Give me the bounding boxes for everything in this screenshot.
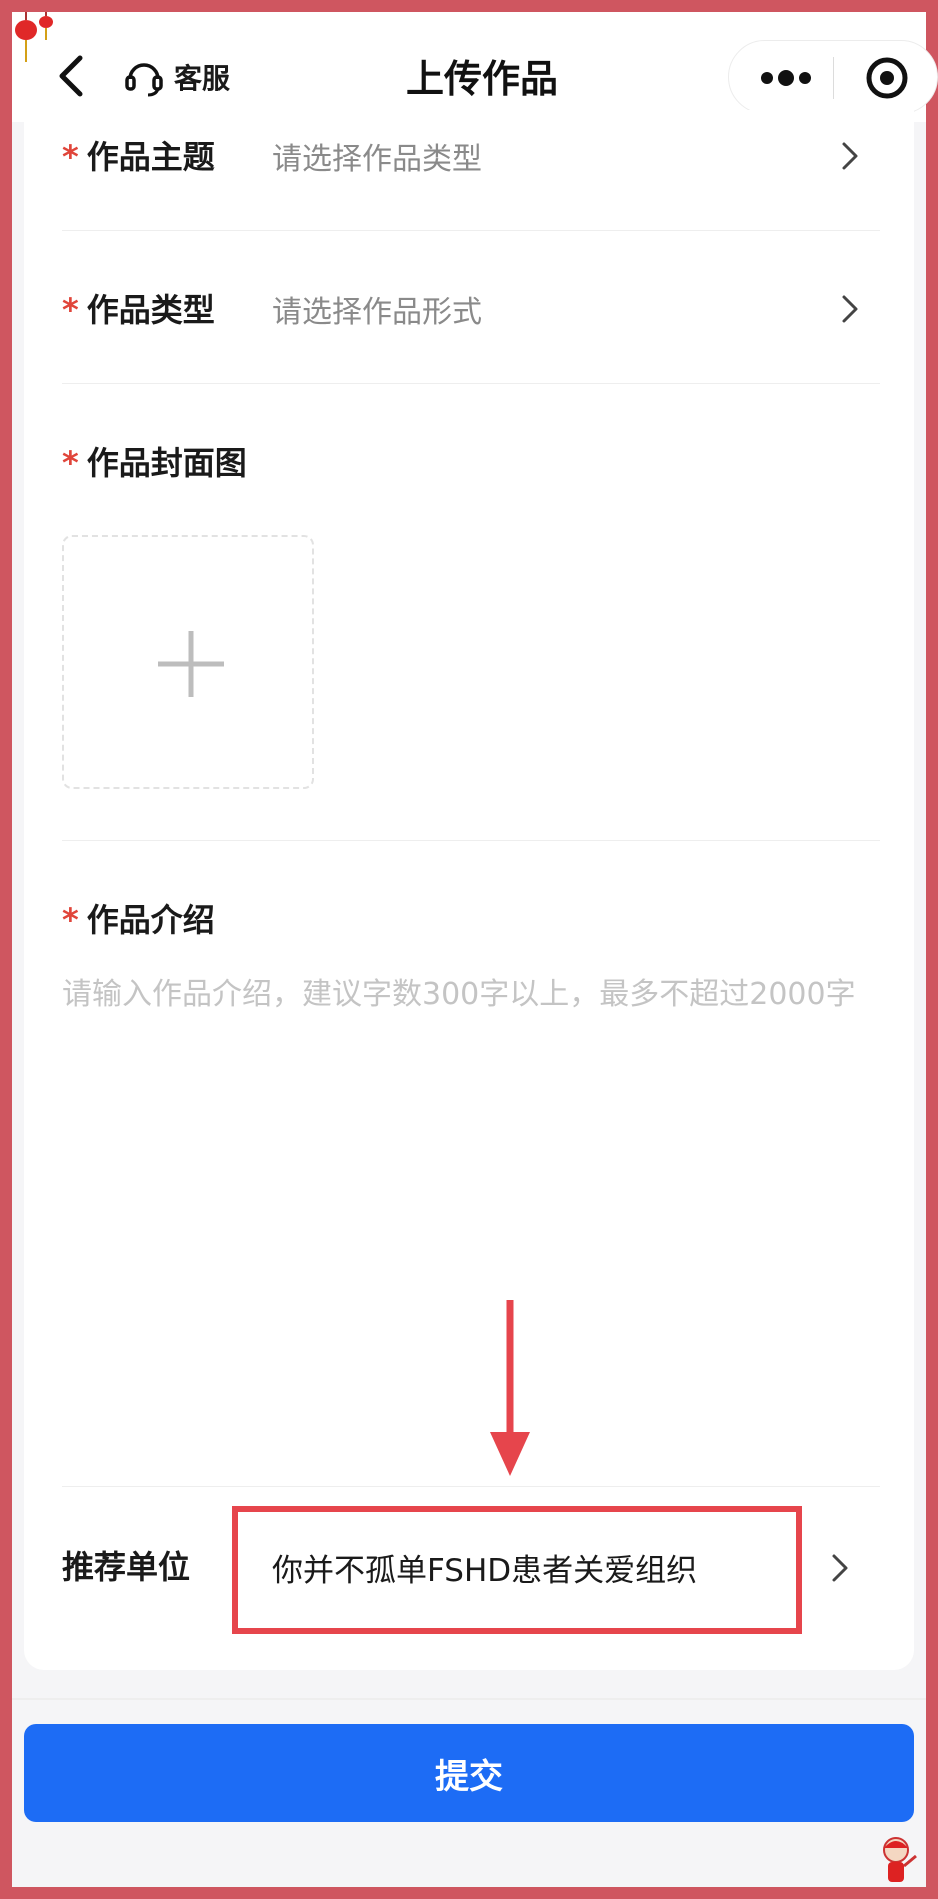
required-mark: * bbox=[62, 138, 79, 176]
cover-field: * 作品封面图 bbox=[62, 438, 882, 498]
cover-upload-button[interactable] bbox=[62, 535, 314, 789]
chevron-right-icon bbox=[842, 142, 858, 170]
back-button[interactable] bbox=[52, 46, 92, 106]
customer-service-button[interactable]: 客服 bbox=[122, 52, 230, 102]
submit-button[interactable]: 提交 bbox=[24, 1724, 914, 1822]
recommend-value[interactable]: 你并不孤单FSHD患者关爱组织 bbox=[272, 1545, 697, 1590]
divider bbox=[62, 1486, 880, 1487]
footer-divider bbox=[12, 1698, 926, 1700]
chevron-right-icon bbox=[842, 295, 858, 323]
more-icon bbox=[761, 70, 811, 86]
chevron-right-icon[interactable] bbox=[828, 1548, 852, 1588]
capsule-divider bbox=[833, 57, 834, 99]
mascot-decoration-icon bbox=[883, 1837, 917, 1882]
arrow-down-icon bbox=[490, 1300, 530, 1476]
required-mark: * bbox=[62, 291, 79, 329]
theme-placeholder: 请选择作品类型 bbox=[272, 142, 482, 177]
intro-textarea[interactable]: 请输入作品介绍，建议字数300字以上，最多不超过2000字 bbox=[62, 972, 862, 1018]
divider bbox=[62, 383, 880, 384]
more-button[interactable] bbox=[751, 53, 821, 103]
lantern-decoration-icon bbox=[15, 12, 53, 62]
required-mark: * bbox=[62, 444, 79, 482]
theme-label: 作品主题 bbox=[86, 138, 215, 176]
close-button[interactable] bbox=[857, 53, 917, 103]
back-icon bbox=[59, 55, 83, 97]
intro-field-label-row: * 作品介绍 bbox=[62, 895, 882, 955]
divider bbox=[62, 230, 880, 231]
type-field[interactable]: * 作品类型 请选择作品形式 bbox=[62, 285, 882, 345]
headset-icon bbox=[125, 63, 163, 97]
navigation-bar: 客服 上传作品 bbox=[12, 12, 938, 122]
type-label: 作品类型 bbox=[86, 291, 215, 329]
intro-label: 作品介绍 bbox=[86, 901, 215, 939]
cover-label: 作品封面图 bbox=[86, 444, 247, 482]
page-title: 上传作品 bbox=[405, 57, 558, 101]
mini-program-capsule bbox=[728, 40, 938, 114]
recommend-label: 推荐单位 bbox=[62, 1548, 191, 1586]
theme-field[interactable]: * 作品主题 请选择作品类型 bbox=[62, 132, 882, 192]
plus-icon bbox=[158, 631, 224, 697]
customer-service-label: 客服 bbox=[174, 62, 231, 95]
divider bbox=[62, 840, 880, 841]
close-target-icon bbox=[866, 57, 908, 99]
type-placeholder: 请选择作品形式 bbox=[272, 295, 482, 330]
required-mark: * bbox=[62, 901, 79, 939]
